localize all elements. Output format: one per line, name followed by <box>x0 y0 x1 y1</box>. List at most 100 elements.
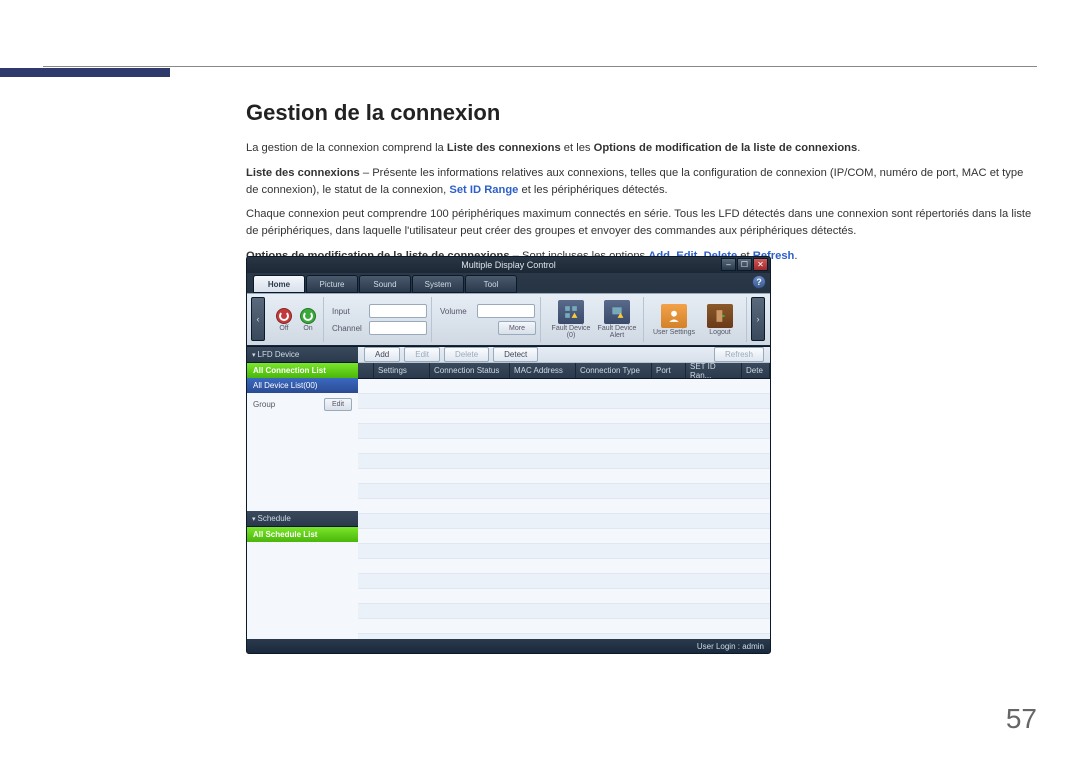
tab-picture[interactable]: Picture <box>306 275 358 293</box>
channel-dropdown[interactable] <box>369 321 427 335</box>
power-off-label: Off <box>279 325 288 332</box>
page-number: 57 <box>1006 703 1037 735</box>
text: . <box>794 250 797 262</box>
workspace: LFD Device All Connection List All Devic… <box>247 347 770 639</box>
fault-alert-button[interactable]: Fault Device Alert <box>595 298 639 342</box>
fault-device-label: Fault Device (0) <box>549 325 593 339</box>
grid-col-6[interactable]: SET ID Ran... <box>686 363 742 378</box>
power-on-button[interactable]: On <box>297 300 319 340</box>
sidebar-all-device[interactable]: All Device List(00) <box>247 378 358 393</box>
text-bold: Liste des connexions <box>246 167 360 179</box>
tab-sound[interactable]: Sound <box>359 275 411 293</box>
input-dropdown[interactable] <box>369 304 427 318</box>
power-on-label: On <box>303 325 312 332</box>
maximize-button[interactable]: ☐ <box>737 258 752 271</box>
user-settings-button[interactable]: User Settings <box>652 298 696 342</box>
mdc-app-window: Multiple Display Control – ☐ ✕ Home Pict… <box>246 256 771 654</box>
paragraph-1: La gestion de la connexion comprend la L… <box>246 140 1037 157</box>
grid-col-4[interactable]: Connection Type <box>576 363 652 378</box>
grid-header: SettingsConnection StatusMAC AddressConn… <box>358 363 770 379</box>
paragraph-2: Liste des connexions – Présente les info… <box>246 165 1037 199</box>
logout-icon <box>707 304 733 328</box>
text: La gestion de la connexion comprend la <box>246 142 447 154</box>
close-button[interactable]: ✕ <box>753 258 768 271</box>
more-button[interactable]: More <box>498 321 536 335</box>
grid-row <box>358 589 770 604</box>
grid-row <box>358 544 770 559</box>
text-bold: Options de modification de la liste de c… <box>594 142 858 154</box>
grid-row <box>358 499 770 514</box>
fault-group: Fault Device (0) Fault Device Alert <box>545 297 644 342</box>
refresh-button[interactable]: Refresh <box>714 347 764 362</box>
grid-row <box>358 424 770 439</box>
grid-col-0[interactable] <box>358 363 374 378</box>
fault-alert-label: Fault Device Alert <box>595 325 639 339</box>
detect-button[interactable]: Detect <box>493 347 538 362</box>
main-panel: Add Edit Delete Detect Refresh SettingsC… <box>358 347 770 639</box>
grid-col-3[interactable]: MAC Address <box>510 363 576 378</box>
help-icon[interactable]: ? <box>752 275 766 289</box>
volume-label: Volume <box>440 307 474 316</box>
delete-button[interactable]: Delete <box>444 347 489 362</box>
fault-device-button[interactable]: Fault Device (0) <box>549 298 593 342</box>
power-group: Off On <box>269 297 324 342</box>
user-group: User Settings Logout <box>648 297 747 342</box>
user-settings-label: User Settings <box>653 329 695 336</box>
statusbar: User Login : admin <box>247 639 770 653</box>
sidebar-group-label: Group <box>253 400 275 409</box>
add-button[interactable]: Add <box>364 347 400 362</box>
link-setidrange: Set ID Range <box>449 184 518 196</box>
grid-row <box>358 529 770 544</box>
grid-row <box>358 379 770 394</box>
tab-home[interactable]: Home <box>253 275 305 293</box>
status-login: User Login : admin <box>697 642 764 651</box>
sidebar-all-schedule[interactable]: All Schedule List <box>247 527 358 542</box>
top-rule <box>43 66 1037 67</box>
power-off-button[interactable]: Off <box>273 300 295 340</box>
grid-row <box>358 619 770 634</box>
sidebar-schedule-header[interactable]: Schedule <box>247 511 358 527</box>
minimize-button[interactable]: – <box>721 258 736 271</box>
input-channel-group: Input Channel <box>328 297 432 342</box>
grid-row <box>358 484 770 499</box>
channel-label: Channel <box>332 324 366 333</box>
text-bold: Liste des connexions <box>447 142 561 154</box>
grid-row <box>358 454 770 469</box>
power-off-icon <box>276 308 292 324</box>
ribbon-prev-icon[interactable]: ‹ <box>251 297 265 341</box>
page-heading: Gestion de la connexion <box>246 100 1037 126</box>
ribbon-next-icon[interactable]: › <box>751 297 765 341</box>
ribbon-body: ‹ Off On Input Channel <box>247 293 770 345</box>
sidebar-all-connection[interactable]: All Connection List <box>247 363 358 378</box>
grid-col-5[interactable]: Port <box>652 363 686 378</box>
grid-row <box>358 394 770 409</box>
text: et les <box>561 142 594 154</box>
power-on-icon <box>300 308 316 324</box>
sidebar-lfd-header[interactable]: LFD Device <box>247 347 358 363</box>
sidebar-body: Group Edit <box>247 393 358 511</box>
sidebar: LFD Device All Connection List All Devic… <box>247 347 358 639</box>
edit-button[interactable]: Edit <box>404 347 440 362</box>
fault-device-icon <box>558 300 584 324</box>
logout-button[interactable]: Logout <box>698 298 742 342</box>
logout-label: Logout <box>709 329 730 336</box>
grid-row <box>358 604 770 619</box>
text: et les périphériques détectés. <box>518 184 667 196</box>
grid-row <box>358 514 770 529</box>
window-controls: – ☐ ✕ <box>721 258 768 271</box>
fault-alert-icon <box>604 300 630 324</box>
tab-system[interactable]: System <box>412 275 464 293</box>
grid-row <box>358 409 770 424</box>
grid-row <box>358 439 770 454</box>
text: . <box>857 142 860 154</box>
grid-col-2[interactable]: Connection Status <box>430 363 510 378</box>
volume-dropdown[interactable] <box>477 304 535 318</box>
grid-col-1[interactable]: Settings <box>374 363 430 378</box>
grid-col-7[interactable]: Dete <box>742 363 770 378</box>
sidebar-group-edit-button[interactable]: Edit <box>324 398 352 411</box>
input-label: Input <box>332 307 366 316</box>
sidebar-schedule-body <box>247 542 358 639</box>
top-accent-bar <box>0 68 170 77</box>
volume-group: Volume More <box>436 297 541 342</box>
tab-tool[interactable]: Tool <box>465 275 517 293</box>
